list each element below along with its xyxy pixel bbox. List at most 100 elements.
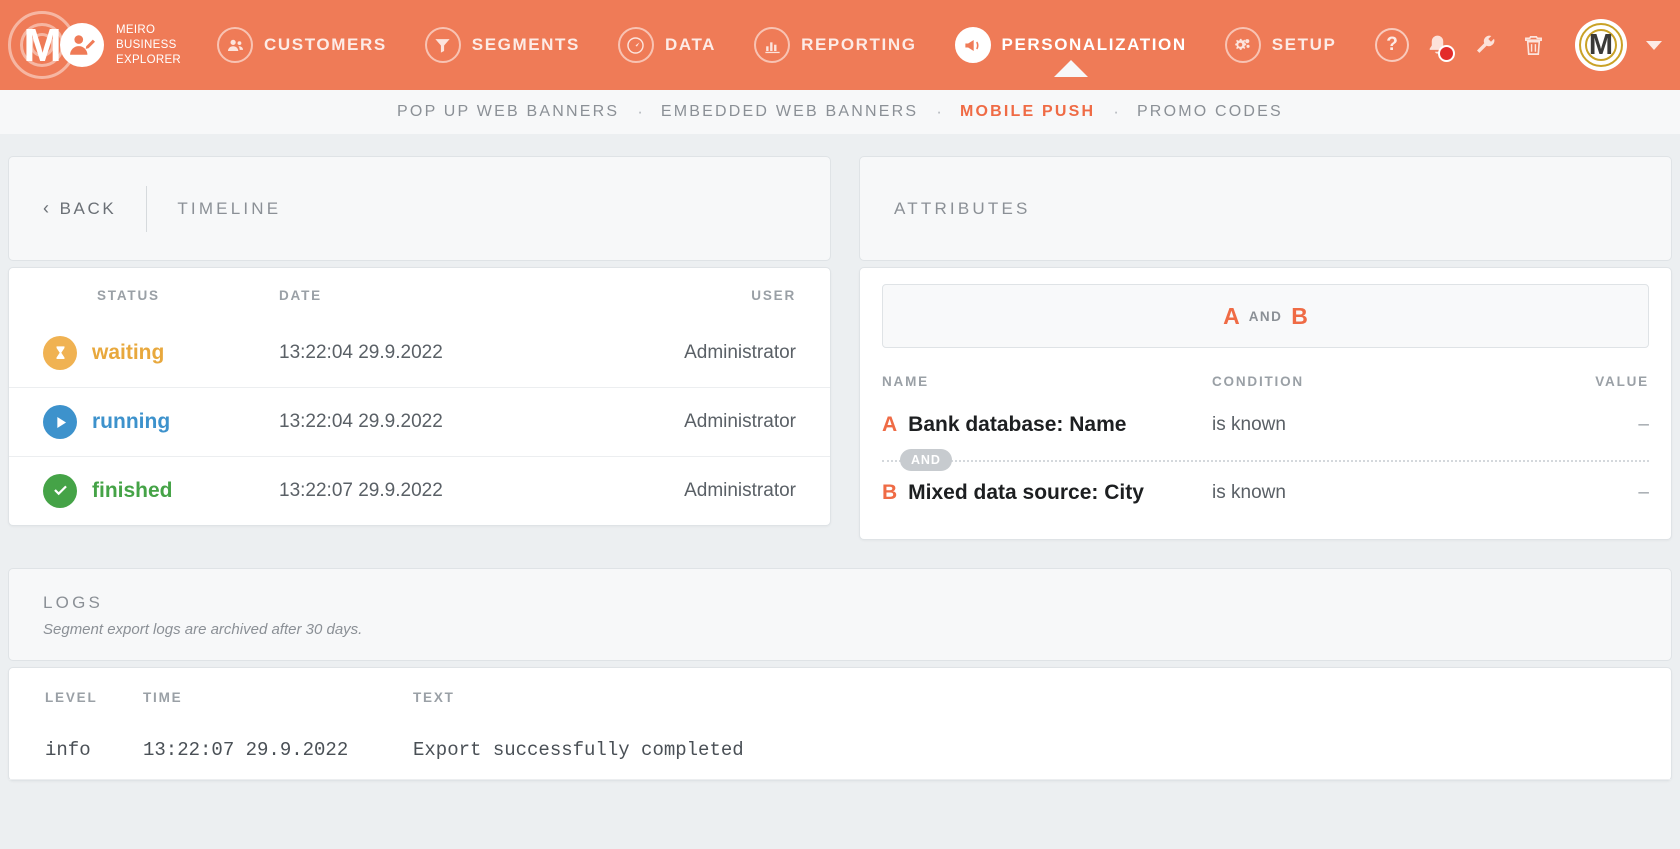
- check-icon: [43, 474, 77, 508]
- attributes-header-row: NAME CONDITION VALUE: [882, 356, 1649, 407]
- attribute-name: Mixed data source: City: [908, 481, 1144, 504]
- top-panels-row: ‹ BACK TIMELINE STATUS DATE USER waiting…: [8, 156, 1672, 540]
- expression-box[interactable]: A AND B: [882, 284, 1649, 348]
- logs-table-card: LEVEL TIME TEXT info 13:22:07 29.9.2022 …: [8, 667, 1672, 781]
- trash-icon[interactable]: [1513, 25, 1553, 65]
- attributes-header: ATTRIBUTES: [859, 156, 1672, 261]
- chevron-left-icon: ‹: [43, 198, 52, 218]
- page-content: ‹ BACK TIMELINE STATUS DATE USER waiting…: [0, 134, 1680, 781]
- attributes-table-card: A AND B NAME CONDITION VALUE A Bank data…: [859, 267, 1672, 540]
- top-tool-icons: ? M: [1375, 19, 1662, 71]
- gauge-icon: [617, 27, 654, 63]
- subnav-item-embedded-web-banners[interactable]: EMBEDDED WEB BANNERS: [657, 103, 922, 121]
- dotted-line: [882, 460, 1649, 462]
- attribute-value: –: [1638, 414, 1649, 435]
- table-row[interactable]: waiting 13:22:04 29.9.2022 Administrator: [9, 319, 830, 388]
- log-time: 13:22:07 29.9.2022: [143, 723, 413, 780]
- attribute-letter: A: [882, 413, 898, 436]
- megaphone-icon: [954, 27, 991, 63]
- attribute-condition: is known: [1212, 414, 1286, 435]
- column-header-condition: CONDITION: [1212, 374, 1304, 389]
- timeline-date: 13:22:04 29.9.2022: [279, 387, 679, 457]
- column-header-date: DATE: [279, 288, 322, 303]
- status-label: waiting: [92, 341, 165, 364]
- timeline-date: 13:22:04 29.9.2022: [279, 342, 443, 363]
- funnel-icon: [424, 27, 461, 63]
- timeline-user: Administrator: [679, 387, 830, 457]
- timeline-header: ‹ BACK TIMELINE: [8, 156, 831, 261]
- timeline-table-card: STATUS DATE USER waiting 13:22:04 29.9.2…: [8, 267, 831, 526]
- expression-letter-b: B: [1291, 302, 1308, 329]
- back-label: BACK: [59, 198, 117, 218]
- column-header-time: TIME: [143, 690, 183, 705]
- logs-header-row: LEVEL TIME TEXT: [9, 668, 1671, 723]
- subnav-separator: ·: [1113, 102, 1119, 121]
- timeline-panel: ‹ BACK TIMELINE STATUS DATE USER waiting…: [8, 156, 831, 526]
- secondary-navigation-bar: POP UP WEB BANNERS · EMBEDDED WEB BANNER…: [0, 90, 1680, 134]
- attributes-title: ATTRIBUTES: [894, 198, 1031, 218]
- bar-chart-icon: [754, 27, 791, 63]
- play-icon: [43, 405, 77, 439]
- nav-label-customers: CUSTOMERS: [264, 35, 387, 54]
- subnav-item-pop-up-web-banners[interactable]: POP UP WEB BANNERS: [393, 103, 623, 121]
- back-button[interactable]: ‹ BACK: [43, 198, 146, 219]
- log-text: Export successfully completed: [413, 723, 1671, 780]
- top-navigation-bar: M MEIRO BUSINESS EXPLORER CUSTOMERS SEGM…: [0, 0, 1680, 90]
- nav-item-personalization[interactable]: PERSONALIZATION: [954, 27, 1187, 77]
- logs-table: LEVEL TIME TEXT info 13:22:07 29.9.2022 …: [9, 668, 1671, 780]
- column-header-user: USER: [751, 288, 796, 303]
- timeline-user: Administrator: [679, 456, 830, 525]
- brand-line-2: BUSINESS: [116, 38, 177, 51]
- attribute-value: –: [1638, 482, 1649, 503]
- expression-operator: AND: [1248, 308, 1283, 324]
- subnav-item-mobile-push[interactable]: MOBILE PUSH: [956, 103, 1099, 121]
- brand-wordmark: MEIRO BUSINESS EXPLORER: [116, 23, 181, 68]
- table-row[interactable]: B Mixed data source: City is known –: [882, 475, 1649, 513]
- subnav-separator: ·: [936, 102, 942, 121]
- nav-label-setup: SETUP: [1271, 35, 1337, 54]
- bell-icon[interactable]: [1417, 25, 1457, 65]
- people-icon: [217, 27, 254, 63]
- active-nav-pointer: [1053, 60, 1088, 77]
- timeline-header-row: STATUS DATE USER: [9, 268, 830, 319]
- table-row[interactable]: A Bank database: Name is known –: [882, 407, 1649, 445]
- log-level: info: [9, 723, 143, 780]
- attribute-letter: B: [882, 481, 898, 504]
- nav-item-data[interactable]: DATA: [617, 27, 717, 63]
- expression-letter-a: A: [1223, 302, 1240, 329]
- table-row[interactable]: finished 13:22:07 29.9.2022 Administrato…: [9, 456, 830, 525]
- help-icon[interactable]: ?: [1375, 28, 1409, 62]
- status-label: running: [92, 410, 171, 433]
- column-header-level: LEVEL: [45, 690, 98, 705]
- header-divider: [146, 185, 148, 232]
- nav-label-personalization: PERSONALIZATION: [1001, 35, 1187, 54]
- subnav-item-promo-codes[interactable]: PROMO CODES: [1133, 103, 1287, 121]
- brand-logo-group[interactable]: M MEIRO BUSINESS EXPLORER: [8, 11, 181, 79]
- column-header-text: TEXT: [413, 690, 455, 705]
- table-row[interactable]: running 13:22:04 29.9.2022 Administrator: [9, 387, 830, 457]
- logs-panel: LOGS Segment export logs are archived af…: [8, 568, 1672, 781]
- attribute-condition: is known: [1212, 482, 1286, 503]
- nav-item-segments[interactable]: SEGMENTS: [424, 27, 580, 63]
- column-header-value: VALUE: [1595, 374, 1649, 389]
- timeline-table: STATUS DATE USER waiting 13:22:04 29.9.2…: [9, 268, 830, 525]
- gears-icon: [1224, 27, 1261, 63]
- chevron-down-icon[interactable]: [1646, 40, 1662, 50]
- wrench-icon[interactable]: [1465, 25, 1505, 65]
- table-row[interactable]: info 13:22:07 29.9.2022 Export successfu…: [9, 723, 1671, 780]
- timeline-user: Administrator: [684, 342, 796, 363]
- attribute-name: Bank database: Name: [908, 413, 1127, 436]
- user-avatar[interactable]: M: [1575, 19, 1627, 71]
- primary-nav-items: CUSTOMERS SEGMENTS DATA REPORTING PERSON: [217, 27, 1375, 77]
- logs-subtitle: Segment export logs are archived after 3…: [43, 621, 363, 638]
- attributes-panel: ATTRIBUTES A AND B NAME CONDITION VALUE: [859, 156, 1672, 540]
- nav-item-reporting[interactable]: REPORTING: [754, 27, 916, 63]
- column-header-status: STATUS: [97, 288, 160, 303]
- operator-chip: AND: [900, 449, 952, 471]
- subnav-separator: ·: [637, 102, 643, 121]
- nav-label-data: DATA: [664, 35, 717, 54]
- avatar-letter: M: [1588, 28, 1614, 61]
- nav-item-setup[interactable]: SETUP: [1224, 27, 1337, 63]
- operator-divider-row: AND: [882, 445, 1649, 475]
- nav-item-customers[interactable]: CUSTOMERS: [217, 27, 387, 63]
